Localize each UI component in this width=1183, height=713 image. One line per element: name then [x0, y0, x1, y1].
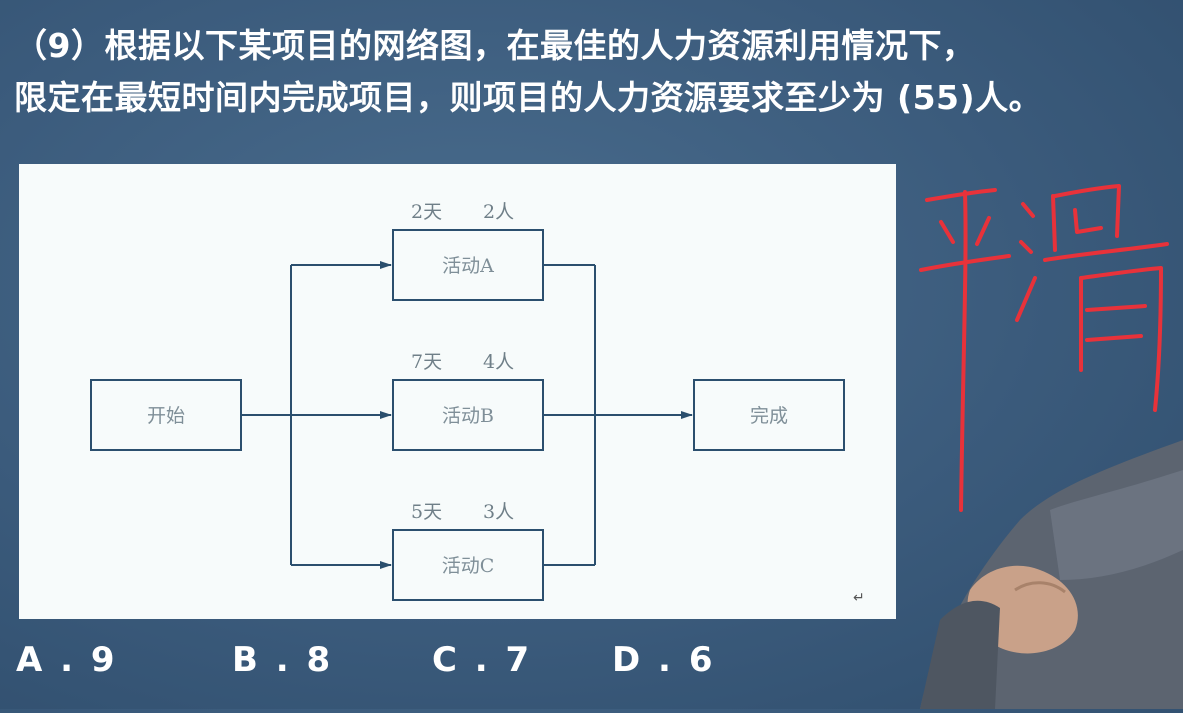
answer-options: A . 9 B . 8 C . 7 D . 6 [16, 640, 916, 690]
activity-a-people: 2人 [483, 201, 514, 223]
activity-a-days: 2天 [411, 201, 442, 223]
activity-a-label: 活动A [442, 255, 494, 277]
return-mark: ↵ [853, 590, 865, 606]
presenter-figure [900, 430, 1183, 713]
question-line-1: （9）根据以下某项目的网络图，在最佳的人力资源利用情况下， [14, 26, 976, 65]
network-diagram-svg: 开始 活动A 活动B 活动C 完成 2天 2人 7天 4人 5天 3人 ↵ [90, 201, 865, 606]
option-c[interactable]: C . 7 [432, 640, 532, 680]
option-d[interactable]: D . 6 [612, 640, 715, 680]
end-label: 完成 [750, 405, 788, 427]
start-label: 开始 [147, 405, 185, 427]
question-line-2: 限定在最短时间内完成项目，则项目的人力资源要求至少为 (55)人。 [14, 78, 1043, 117]
option-b[interactable]: B . 8 [232, 640, 333, 680]
option-a[interactable]: A . 9 [16, 640, 118, 680]
activity-c-label: 活动C [442, 555, 495, 577]
network-diagram: 开始 活动A 活动B 活动C 完成 2天 2人 7天 4人 5天 3人 ↵ [19, 164, 896, 619]
presenter-silhouette [920, 440, 1183, 709]
activity-b-label: 活动B [442, 405, 494, 427]
activity-c-days: 5天 [411, 501, 442, 523]
activity-b-days: 7天 [411, 351, 442, 373]
activity-c-people: 3人 [483, 501, 514, 523]
activity-b-people: 4人 [483, 351, 514, 373]
question-text: （9）根据以下某项目的网络图，在最佳的人力资源利用情况下， 限定在最短时间内完成… [14, 20, 1174, 124]
